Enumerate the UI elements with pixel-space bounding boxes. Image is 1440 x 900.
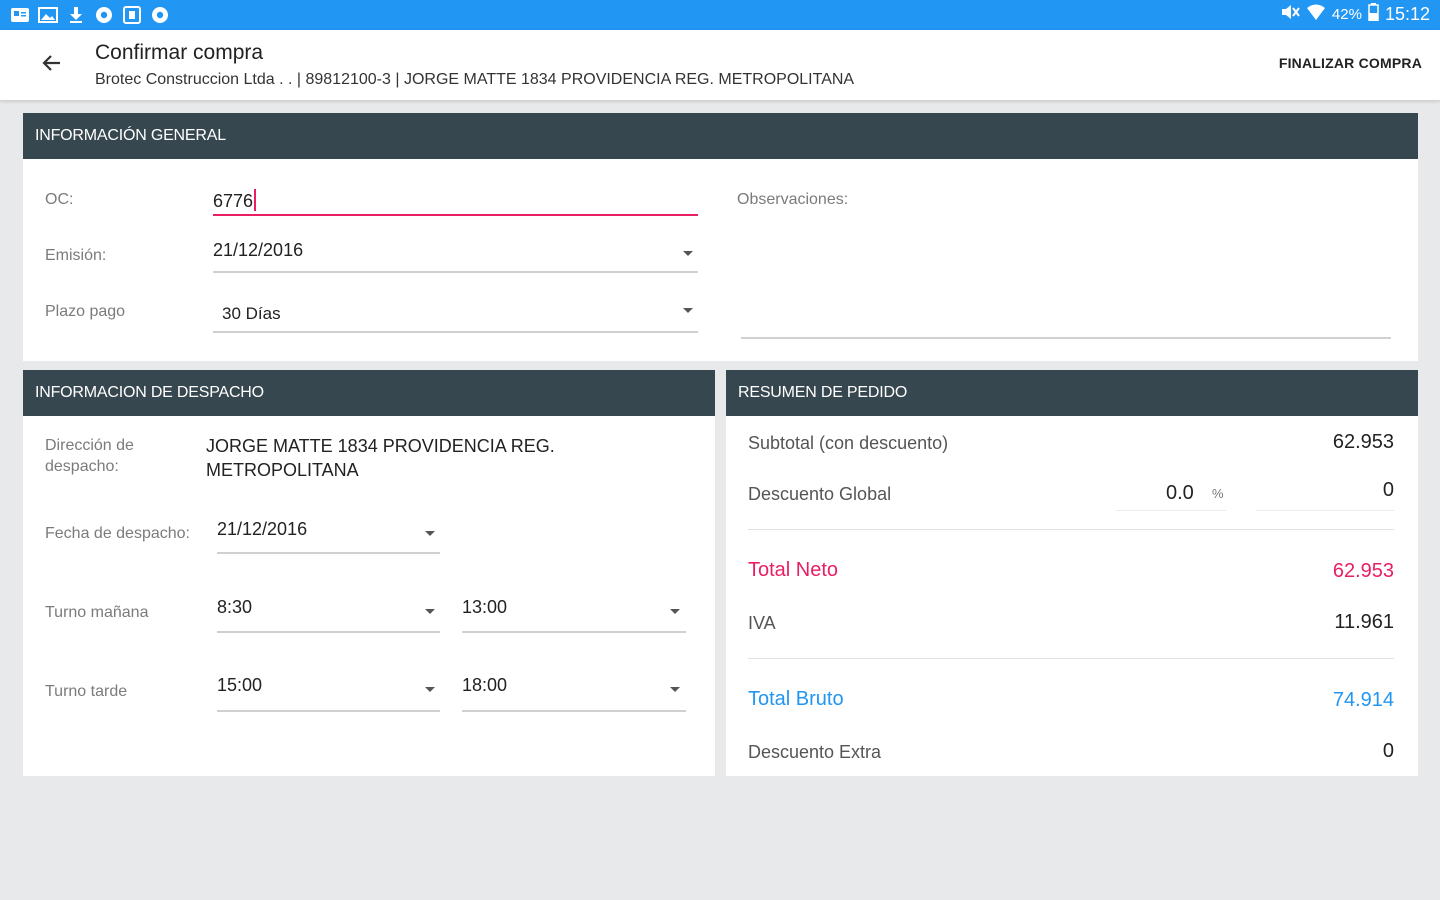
plazo-pago-label: Plazo pago <box>45 303 126 320</box>
divider <box>748 658 1394 659</box>
turno-tarde-label: Turno tarde <box>45 683 128 700</box>
resumen-header: RESUMEN DE PEDIDO <box>726 370 1418 416</box>
subtotal-label: Subtotal (con descuento) <box>748 433 949 453</box>
text-cursor <box>254 189 257 211</box>
customer-subtitle: Brotec Construccion Ltda . . | 89812100-… <box>95 71 855 88</box>
descuento-amount-input[interactable]: 0 <box>1256 476 1394 512</box>
chevron-down-icon <box>670 687 680 692</box>
back-button[interactable] <box>34 50 68 80</box>
manana-from-value: 8:30 <box>217 597 253 617</box>
app-bar: Confirmar compra Brotec Construccion Ltd… <box>0 30 1440 101</box>
tarde-to-value: 18:00 <box>462 675 508 695</box>
oc-value: 6776 <box>213 191 254 211</box>
observaciones-textarea[interactable] <box>741 213 1391 341</box>
gallery-icon <box>38 5 58 24</box>
turno-manana-label: Turno mañana <box>45 604 149 621</box>
manana-to-select[interactable]: 13:00 <box>462 590 686 634</box>
descuento-amount-value: 0 <box>1382 479 1394 501</box>
direccion-value: JORGE MATTE 1834 PROVIDENCIA REG. METROP… <box>206 436 555 480</box>
tarde-from-select[interactable]: 15:00 <box>217 668 440 712</box>
total-bruto-value: 74.914 <box>1332 689 1394 711</box>
manana-to-value: 13:00 <box>462 597 508 617</box>
emision-value: 21/12/2016 <box>213 240 304 260</box>
observaciones-label: Observaciones: <box>737 191 849 208</box>
despacho-card: INFORMACION DE DESPACHO Dirección de des… <box>23 370 715 776</box>
iva-value: 11.961 <box>1334 611 1394 633</box>
wifi-icon <box>1306 3 1326 26</box>
download-icon <box>66 5 86 24</box>
general-info-card: INFORMACIÓN GENERAL OC: 6776 Emisión: 21… <box>23 113 1418 361</box>
subtotal-value: 62.953 <box>1332 431 1394 453</box>
descuento-global-label: Descuento Global <box>748 484 892 504</box>
chevron-down-icon <box>670 609 680 614</box>
tarde-from-value: 15:00 <box>217 675 263 695</box>
direccion-label: Dirección de despacho: <box>45 437 134 475</box>
tarde-to-select[interactable]: 18:00 <box>462 668 686 712</box>
chrome-icon <box>150 5 170 24</box>
plazo-pago-value: 30 Días <box>222 304 281 323</box>
fecha-despacho-picker[interactable]: 21/12/2016 <box>217 512 440 556</box>
plazo-pago-select[interactable]: 30 Días <box>213 291 698 333</box>
chevron-down-icon <box>683 308 693 313</box>
battery-icon <box>1368 3 1379 26</box>
battery-percent: 42% <box>1331 6 1362 23</box>
finalizar-compra-button[interactable]: FINALIZAR COMPRA <box>1279 55 1422 71</box>
status-bar: 42% 15:12 <box>0 0 1440 30</box>
emision-date-picker[interactable]: 21/12/2016 <box>213 233 698 275</box>
general-info-header: INFORMACIÓN GENERAL <box>23 113 1418 159</box>
tablet-icon <box>122 5 142 24</box>
descuento-pct-value: 0.0 <box>1166 482 1194 504</box>
fecha-despacho-label: Fecha de despacho: <box>45 525 190 542</box>
email-icon <box>10 5 30 24</box>
total-bruto-label: Total Bruto <box>748 688 844 710</box>
manana-from-select[interactable]: 8:30 <box>217 590 440 634</box>
descuento-extra-value: 0 <box>1382 740 1394 762</box>
percent-symbol: % <box>1212 486 1224 501</box>
chevron-down-icon <box>425 609 435 614</box>
divider <box>748 529 1394 530</box>
chevron-down-icon <box>425 687 435 692</box>
fecha-despacho-value: 21/12/2016 <box>217 519 308 539</box>
resumen-card: RESUMEN DE PEDIDO Subtotal (con descuent… <box>726 370 1418 776</box>
back-arrow-icon <box>40 53 62 78</box>
mute-icon <box>1280 3 1300 26</box>
clock: 15:12 <box>1384 4 1430 24</box>
total-neto-value: 62.953 <box>1332 560 1394 582</box>
descuento-pct-input[interactable]: 0.0 <box>1116 476 1226 512</box>
despacho-header: INFORMACION DE DESPACHO <box>23 370 715 416</box>
emision-label: Emisión: <box>45 247 107 264</box>
oc-label: OC: <box>45 191 74 208</box>
total-neto-label: Total Neto <box>748 559 839 581</box>
page-title: Confirmar compra <box>95 41 264 64</box>
chevron-down-icon <box>683 251 693 256</box>
descuento-extra-label: Descuento Extra <box>748 742 882 762</box>
iva-label: IVA <box>748 613 776 633</box>
notification-icons <box>10 5 170 24</box>
chrome-icon <box>94 5 114 24</box>
chevron-down-icon <box>425 531 435 536</box>
system-tray: 42% 15:12 <box>1280 3 1430 26</box>
oc-input[interactable]: 6776 <box>213 183 698 217</box>
